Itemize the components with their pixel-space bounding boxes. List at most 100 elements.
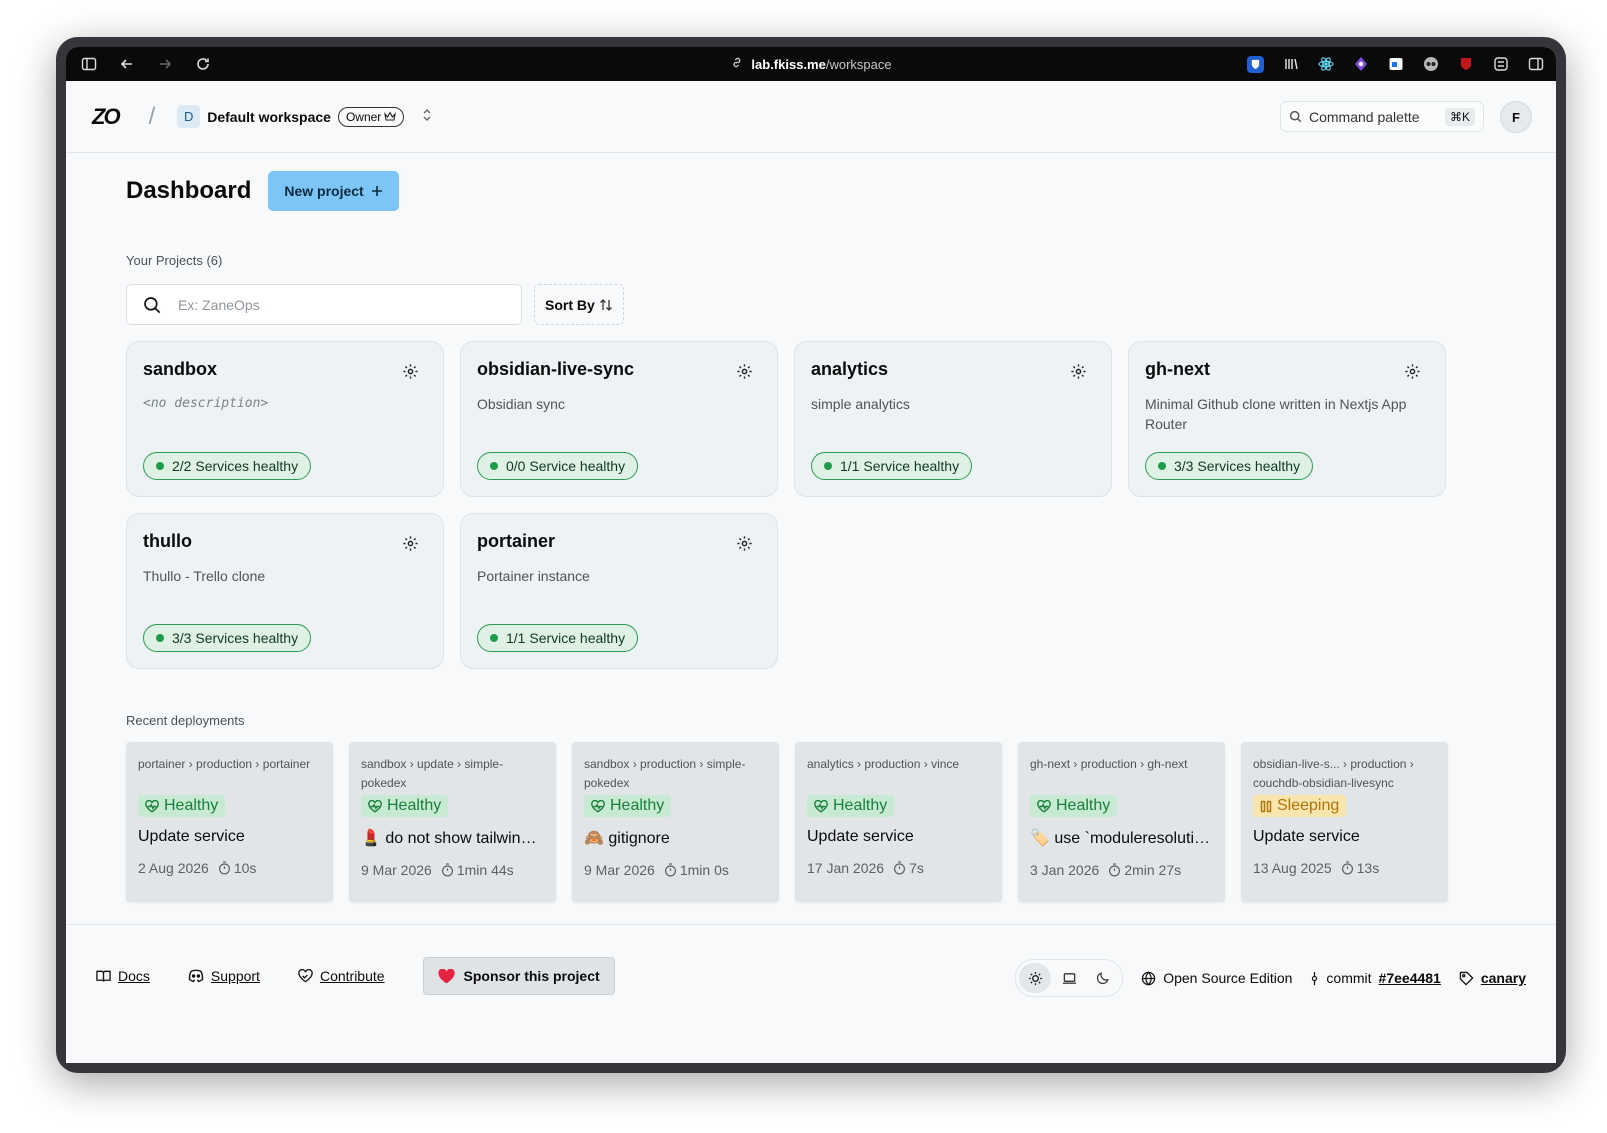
health-badge: 3/3 Services healthy — [1145, 452, 1314, 480]
app-footer: Docs Support Contribute Sponsor this pro… — [66, 924, 1556, 1063]
status-dot-icon — [1158, 462, 1166, 470]
reload-icon[interactable] — [194, 55, 212, 73]
project-description: Thullo - Trello clone — [143, 568, 266, 584]
project-card[interactable]: gh-next Minimal Github clone written in … — [1128, 341, 1446, 497]
link-icon — [730, 56, 743, 72]
gear-icon[interactable] — [736, 363, 753, 385]
bitwarden-extension-icon[interactable] — [1247, 55, 1264, 73]
extensions-puzzle-icon[interactable] — [1492, 56, 1509, 73]
user-avatar[interactable]: F — [1500, 101, 1532, 133]
project-name[interactable]: portainer — [477, 531, 761, 552]
gear-icon[interactable] — [736, 535, 753, 557]
page-title: Dashboard — [126, 177, 252, 204]
extension-icon-7[interactable] — [1457, 56, 1474, 73]
project-card[interactable]: obsidian-live-sync Obsidian sync 0/0 Ser… — [460, 341, 778, 497]
header-separator: / — [148, 102, 156, 130]
deployment-breadcrumb: portainer › production › portainer — [138, 757, 311, 771]
heart-pulse-icon — [591, 799, 605, 813]
react-devtools-icon[interactable] — [1317, 56, 1334, 73]
command-palette-button[interactable]: Command palette ⌘K — [1280, 101, 1484, 132]
recent-deployments-label: Recent deployments — [126, 713, 245, 728]
project-card[interactable]: sandbox <no description> 2/2 Services he… — [126, 341, 444, 497]
deployment-breadcrumb: sandbox › production › simple-pokedex — [584, 757, 746, 790]
extension-icon-4[interactable] — [1352, 56, 1369, 73]
extension-icon-2[interactable] — [1282, 56, 1299, 73]
book-icon — [96, 970, 111, 982]
owner-badge-label: Owner — [345, 109, 382, 124]
health-label: 1/1 Service healthy — [840, 458, 960, 474]
contribute-link[interactable]: Contribute — [298, 968, 385, 984]
support-link[interactable]: Support — [188, 968, 260, 984]
split-view-icon[interactable] — [1527, 56, 1544, 73]
back-arrow-icon[interactable] — [118, 55, 136, 73]
address-bar[interactable]: lab.fkiss.me/workspace — [730, 56, 892, 72]
heart-pulse-icon — [368, 799, 382, 813]
deployment-duration: 13s — [1356, 859, 1380, 876]
project-name[interactable]: thullo — [143, 531, 427, 552]
deployment-card[interactable]: analytics › production › vince Healthy U… — [795, 742, 1002, 902]
health-label: 3/3 Services healthy — [1174, 458, 1301, 474]
project-name[interactable]: obsidian-live-sync — [477, 359, 761, 380]
docs-link[interactable]: Docs — [96, 968, 150, 984]
projects-grid: sandbox <no description> 2/2 Services he… — [126, 341, 1448, 669]
forward-arrow-icon[interactable] — [156, 55, 174, 73]
health-badge: 1/1 Service healthy — [811, 452, 973, 480]
deployment-breadcrumb: obsidian-live-s... › production › couchd… — [1253, 757, 1414, 790]
project-search-input[interactable] — [178, 296, 478, 313]
project-name[interactable]: sandbox — [143, 359, 427, 380]
channel-link[interactable]: canary — [1481, 970, 1526, 986]
project-name[interactable]: analytics — [811, 359, 1095, 380]
deployment-date: 9 Mar 2026 — [584, 861, 655, 878]
deployment-duration: 1min 44s — [456, 861, 514, 878]
projects-label: Your Projects (6) — [126, 253, 223, 268]
app-header: ZO / D Default workspace Owner Command p… — [66, 81, 1556, 153]
project-card[interactable]: thullo Thullo - Trello clone 3/3 Service… — [126, 513, 444, 669]
deployment-commit-message: Update service — [138, 827, 245, 845]
plus-icon — [371, 186, 382, 196]
sponsor-button[interactable]: Sponsor this project — [422, 957, 615, 995]
heart-pulse-icon — [814, 799, 828, 813]
new-project-button[interactable]: New project — [268, 171, 399, 211]
project-search-box[interactable] — [126, 284, 522, 325]
system-theme-laptop-icon[interactable] — [1053, 963, 1085, 993]
sort-by-button[interactable]: Sort By — [534, 284, 624, 325]
sidebar-toggle-icon[interactable] — [80, 55, 98, 73]
deployment-card[interactable]: sandbox › production › simple-pokedex He… — [572, 742, 779, 902]
deployment-card[interactable]: portainer › production › portainer Healt… — [126, 742, 333, 902]
project-card[interactable]: analytics simple analytics 1/1 Service h… — [794, 341, 1112, 497]
timer-icon — [664, 862, 676, 876]
status-badge: Sleeping — [1253, 795, 1347, 817]
light-theme-sun-icon[interactable] — [1019, 963, 1052, 993]
deployment-commit-message: Update service — [1253, 827, 1360, 845]
project-name[interactable]: gh-next — [1145, 359, 1429, 380]
status-badge: Healthy — [584, 795, 672, 817]
deployment-date: 2 Aug 2026 — [138, 859, 209, 876]
gear-icon[interactable] — [402, 363, 419, 385]
dark-theme-moon-icon[interactable] — [1087, 963, 1119, 993]
deployment-commit-message: 🙈 gitignore — [584, 829, 670, 847]
project-description: Obsidian sync — [477, 396, 565, 412]
workspace-name[interactable]: Default workspace — [207, 109, 331, 125]
crown-icon — [384, 111, 397, 121]
app-logo[interactable]: ZO — [92, 104, 121, 130]
project-description: <no description> — [143, 396, 269, 411]
gear-icon[interactable] — [402, 535, 419, 557]
deployment-card[interactable]: sandbox › update › simple-pokedex Health… — [349, 742, 556, 902]
workspace-switcher-chevron-icon[interactable] — [422, 108, 432, 125]
globe-icon — [1142, 971, 1156, 985]
deployment-card[interactable]: gh-next › production › gh-next Healthy 🏷… — [1018, 742, 1225, 902]
deployment-date: 17 Jan 2026 — [807, 859, 885, 876]
project-card[interactable]: portainer Portainer instance 1/1 Service… — [460, 513, 778, 669]
gear-icon[interactable] — [1404, 363, 1421, 385]
extension-icon-6[interactable] — [1422, 56, 1439, 73]
status-badge: Healthy — [1030, 795, 1118, 817]
deployment-breadcrumb: sandbox › update › simple-pokedex — [361, 757, 504, 790]
extension-icon-5[interactable] — [1387, 56, 1404, 73]
status-dot-icon — [824, 462, 832, 470]
commit-hash-link[interactable]: #7ee4481 — [1379, 970, 1441, 986]
deployment-commit-message: Update service — [807, 827, 914, 845]
heart-icon — [438, 968, 455, 983]
deployment-card[interactable]: obsidian-live-s... › production › couchd… — [1241, 742, 1448, 902]
heart-pulse-icon — [1037, 799, 1051, 813]
gear-icon[interactable] — [1070, 363, 1087, 385]
